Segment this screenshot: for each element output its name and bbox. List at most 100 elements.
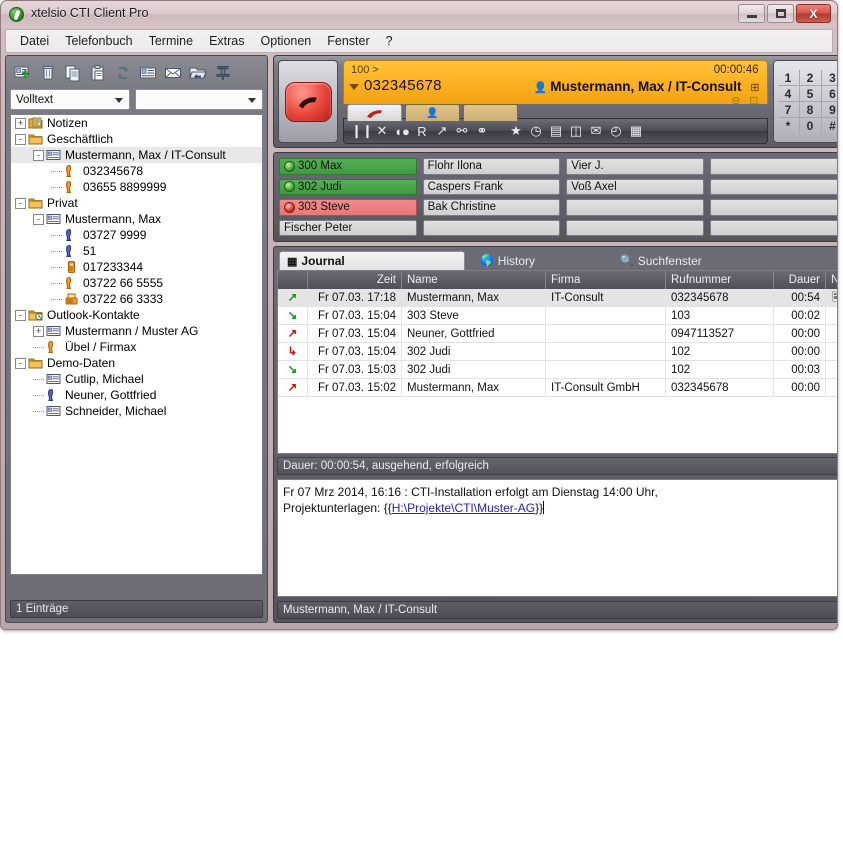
dialpad-key-7[interactable]: 7 bbox=[777, 102, 800, 118]
history-button[interactable]: ◴ bbox=[606, 121, 626, 141]
search-input[interactable] bbox=[135, 89, 263, 110]
column-header-rufnummer[interactable]: Rufnummer bbox=[666, 271, 774, 289]
speed-dial-button[interactable]: Bak Christine bbox=[422, 199, 561, 216]
table-row[interactable]: ↘ Fr 07.03. 15:03 302 Judi 102 00:03 bbox=[278, 360, 837, 379]
column-header-firma[interactable]: Firma bbox=[546, 271, 666, 289]
phonebook-tree[interactable]: + Notizen - Geschäftlich - Mustermann, Max / … bbox=[10, 114, 263, 575]
menu-item-help[interactable]: ? bbox=[378, 32, 401, 50]
transfer-button[interactable]: ↗ bbox=[432, 121, 452, 141]
tree-item[interactable]: 017233344 bbox=[11, 259, 262, 275]
phonebook-button[interactable]: ◫ bbox=[566, 121, 586, 141]
maximize-button[interactable] bbox=[767, 4, 794, 23]
dialpad-key-star[interactable]: * bbox=[778, 118, 800, 134]
minimize-call-icon[interactable]: ⊖ bbox=[731, 94, 740, 107]
tree-item[interactable]: Schneider, Michael bbox=[11, 403, 262, 419]
refresh-icon[interactable] bbox=[113, 63, 133, 83]
collapse-toggle-icon[interactable]: - bbox=[33, 213, 44, 225]
speed-dial-button[interactable]: Caspers Frank bbox=[422, 178, 561, 195]
dialpad-key-2[interactable]: 2 bbox=[799, 70, 822, 86]
hangup-small-button[interactable]: ✕ bbox=[372, 121, 392, 141]
speed-dial-empty[interactable] bbox=[566, 219, 704, 236]
speed-dial-empty[interactable] bbox=[709, 219, 837, 236]
hold-button[interactable]: ❙❙ bbox=[351, 121, 373, 141]
popout-call-icon[interactable]: ⊡ bbox=[749, 94, 758, 107]
tab-history[interactable]: 🌎 History bbox=[473, 251, 545, 270]
table-row[interactable]: ↳ Fr 07.03. 15:04 302 Judi 102 00:00 bbox=[278, 342, 837, 361]
contact-details-button[interactable]: ▤ bbox=[546, 121, 566, 141]
paste-icon[interactable] bbox=[88, 63, 108, 83]
speed-dial-button[interactable]: Fischer Peter bbox=[279, 219, 417, 236]
expand-toggle-icon[interactable]: + bbox=[33, 325, 44, 337]
column-header-direction[interactable] bbox=[278, 271, 308, 289]
tree-item[interactable]: - Geschäftlich bbox=[11, 131, 262, 147]
tree-item[interactable]: - Mustermann, Max / IT-Consult bbox=[11, 147, 262, 163]
column-header-note[interactable]: N. bbox=[826, 271, 837, 289]
column-header-dauer[interactable]: Dauer bbox=[774, 271, 826, 289]
tab-empty[interactable] bbox=[463, 104, 518, 121]
redial-button[interactable]: R bbox=[412, 121, 432, 141]
tree-item[interactable]: - Mustermann, Max bbox=[11, 211, 262, 227]
collapse-toggle-icon[interactable]: - bbox=[33, 149, 44, 161]
menu-item-termine[interactable]: Termine bbox=[141, 32, 201, 50]
speed-dial-button[interactable]: 303 Steve bbox=[279, 199, 417, 216]
menu-item-fenster[interactable]: Fenster bbox=[319, 32, 377, 50]
tree-item[interactable]: Übel / Firmax bbox=[11, 339, 262, 355]
speed-dial-empty[interactable] bbox=[709, 199, 837, 216]
minimize-button[interactable] bbox=[738, 4, 765, 23]
tree-item[interactable]: + Notizen bbox=[11, 115, 262, 131]
table-row[interactable]: ↗ Fr 07.03. 15:02 Mustermann, Max IT-Consul… bbox=[278, 378, 837, 397]
collapse-toggle-icon[interactable]: - bbox=[15, 133, 26, 145]
tree-item[interactable]: 03722 66 5555 bbox=[11, 275, 262, 291]
dialpad-key-0[interactable]: 0 bbox=[800, 118, 822, 134]
collapse-toggle-icon[interactable]: - bbox=[15, 357, 26, 369]
tab-call-active[interactable] bbox=[347, 104, 402, 121]
delete-icon[interactable] bbox=[38, 63, 58, 83]
menu-item-extras[interactable]: Extras bbox=[201, 32, 252, 50]
speed-dial-button[interactable]: Voß Axel bbox=[566, 178, 704, 195]
table-row[interactable]: ↘ Fr 07.03. 15:04 303 Steve 103 00:02 bbox=[278, 306, 837, 325]
table-row[interactable]: ↗ Fr 07.03. 17:18 Mustermann, Max IT-Consul… bbox=[278, 288, 837, 307]
speed-dial-empty[interactable] bbox=[709, 158, 837, 175]
hangup-button[interactable] bbox=[284, 81, 332, 122]
column-header-zeit[interactable]: Zeit bbox=[308, 271, 402, 289]
expand-toggle-icon[interactable]: + bbox=[15, 117, 26, 129]
dialpad-key-8[interactable]: 8 bbox=[799, 102, 822, 118]
speed-dial-button[interactable]: Vier J. bbox=[566, 158, 704, 175]
dialpad-key-1[interactable]: 1 bbox=[777, 70, 800, 86]
column-header-name[interactable]: Name bbox=[402, 271, 546, 289]
expand-icon[interactable]: ⊞ bbox=[750, 81, 759, 94]
filter-mode-select[interactable]: Volltext bbox=[10, 89, 130, 110]
speed-dial-button[interactable]: Flohr Ilona bbox=[422, 158, 561, 175]
copy-icon[interactable] bbox=[63, 63, 83, 83]
tree-item[interactable]: - Outlook-Kontakte bbox=[11, 307, 262, 323]
conference-button[interactable]: ⚭ bbox=[472, 121, 492, 141]
folder-open-icon[interactable] bbox=[188, 63, 208, 83]
dialpad-key-3[interactable]: 3 bbox=[821, 70, 837, 86]
tree-item[interactable]: Neuner, Gottfried bbox=[11, 387, 262, 403]
favorite-button[interactable]: ★ bbox=[506, 121, 526, 141]
dialpad-key-6[interactable]: 6 bbox=[821, 86, 837, 102]
tree-item[interactable]: 03655 8899999 bbox=[11, 179, 262, 195]
journal-grid[interactable]: Zeit Name Firma Rufnummer Dauer N. ↗Fr 0… bbox=[277, 270, 837, 454]
dialpad-key-9[interactable]: 9 bbox=[821, 102, 837, 118]
speed-dial-empty[interactable] bbox=[422, 219, 561, 236]
dialpad-key-4[interactable]: 4 bbox=[777, 86, 800, 102]
collapse-toggle-icon[interactable]: - bbox=[15, 309, 26, 321]
tree-item[interactable]: 032345678 bbox=[11, 163, 262, 179]
tab-suchfenster[interactable]: 🔍 Suchfenster bbox=[613, 251, 712, 270]
dialpad-key-5[interactable]: 5 bbox=[799, 86, 822, 102]
menu-item-datei[interactable]: Datei bbox=[12, 32, 57, 50]
timer-button[interactable]: ◷ bbox=[526, 121, 546, 141]
dialpad[interactable]: 1 2 3 4 5 6 7 8 9 * 0 # bbox=[772, 60, 838, 143]
blind-transfer-button[interactable]: ⚯ bbox=[452, 121, 472, 141]
tree-item[interactable]: - Privat bbox=[11, 195, 262, 211]
menu-item-optionen[interactable]: Optionen bbox=[253, 32, 320, 50]
speed-dial-empty[interactable] bbox=[566, 199, 704, 216]
table-row[interactable]: ↗ Fr 07.03. 15:04 Neuner, Gottfried 0947113… bbox=[278, 324, 837, 343]
tree-item[interactable]: - Demo-Daten bbox=[11, 355, 262, 371]
collapse-toggle-icon[interactable]: - bbox=[15, 197, 26, 209]
tab-journal[interactable]: ▦ Journal bbox=[279, 251, 465, 270]
dialpad-key-hash[interactable]: # bbox=[822, 118, 838, 134]
record-button[interactable]: ◖● bbox=[392, 121, 412, 141]
close-button[interactable]: X bbox=[796, 4, 831, 23]
